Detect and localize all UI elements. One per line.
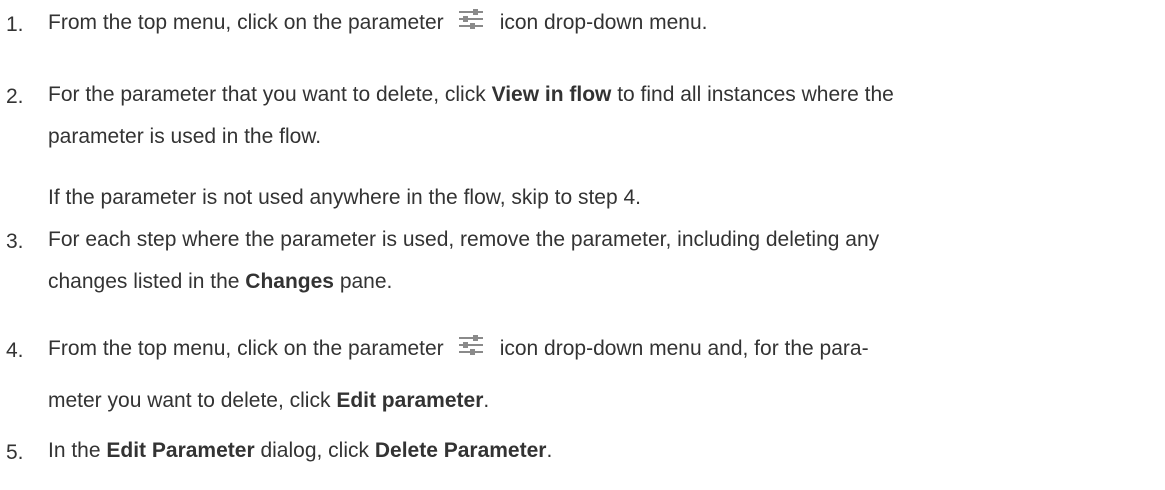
step-number: 5. <box>6 441 24 464</box>
edit-parameter-label: Edit parameter <box>336 389 484 412</box>
step-number: 2. <box>6 85 24 108</box>
step-text: In the Edit Parameter dialog, click Dele… <box>48 439 553 462</box>
step-text-line-1: For the parameter that you want to delet… <box>48 83 894 106</box>
step-number: 4. <box>6 339 24 362</box>
step-text-line-2: parameter is used in the flow. <box>48 125 322 148</box>
step-text-line-1: From the top menu, click on the paramete… <box>48 328 869 370</box>
parameter-sliders-icon <box>458 9 483 29</box>
step-text-line-2: changes listed in the Changes pane. <box>48 270 393 293</box>
step-note: If the parameter is not used anywhere in… <box>48 186 641 209</box>
step-number: 1. <box>6 13 24 36</box>
step-text-line-1: For each step where the parameter is use… <box>48 228 880 251</box>
step-text-line-2: meter you want to delete, click Edit par… <box>48 389 490 412</box>
parameter-sliders-icon <box>458 335 483 355</box>
step-text: From the top menu, click on the paramete… <box>48 2 707 44</box>
edit-parameter-dialog-label: Edit Parameter <box>106 439 255 462</box>
view-in-flow-label: View in flow <box>491 83 612 106</box>
step-number: 3. <box>6 230 24 253</box>
delete-parameter-label: Delete Parameter <box>374 439 547 462</box>
changes-label: Changes <box>245 270 334 293</box>
